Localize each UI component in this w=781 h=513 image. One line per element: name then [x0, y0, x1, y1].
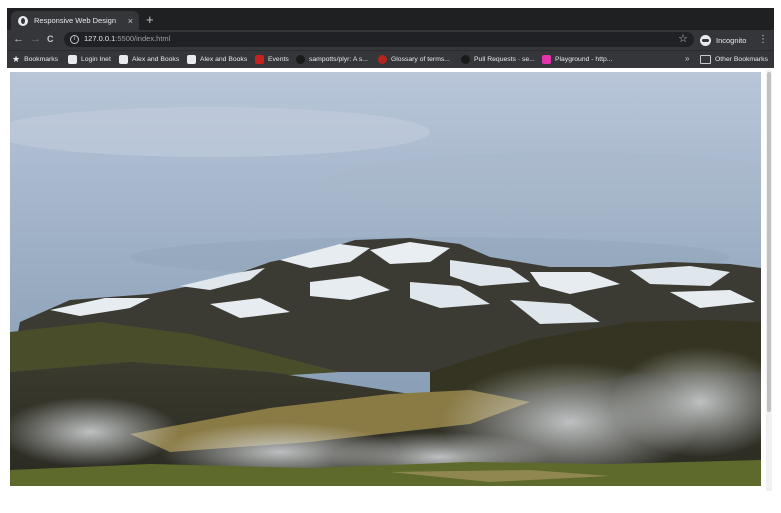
events-icon — [255, 55, 264, 64]
incognito-profile-button[interactable]: Incognito — [700, 33, 746, 47]
bookmarks-item-playground[interactable]: Playground - http... — [542, 53, 612, 66]
book-icon — [187, 55, 196, 64]
graphql-icon — [542, 55, 551, 64]
bookmark-label: Alex and Books — [200, 56, 248, 63]
glossary-icon — [378, 55, 387, 64]
bookmark-label: Glossary of terms... — [391, 56, 450, 63]
hero-mountain-image — [10, 72, 761, 486]
scrollbar-thumb[interactable] — [767, 72, 771, 412]
bookmarks-item-bookmarks[interactable]: ★ Bookmarks — [12, 53, 58, 66]
bookmark-label: Events — [268, 56, 289, 63]
bookmarks-item-plyr[interactable]: sampotts/plyr: A s... — [296, 53, 368, 66]
bookmark-label: sampotts/plyr: A s... — [309, 56, 368, 63]
bookmarks-item-alex-and-books-2[interactable]: Alex and Books — [187, 53, 247, 66]
address-bar[interactable]: i 127.0.0.1:5500/index.html ☆ — [64, 32, 694, 47]
forward-arrow-icon[interactable]: → — [30, 32, 41, 47]
bookmarks-item-events[interactable]: Events — [255, 53, 289, 66]
bookmark-label: Alex and Books — [132, 56, 180, 63]
github-icon — [461, 55, 470, 64]
phone-icon — [68, 55, 77, 64]
book-icon — [119, 55, 128, 64]
bookmarks-bar: ★ Bookmarks Login Inet Alex and Books Al… — [7, 50, 774, 69]
more-menu-icon[interactable]: ⋮ — [758, 33, 768, 46]
other-bookmarks-label: Other Bookmarks — [715, 56, 768, 63]
bookmark-label: Pull Requests · se... — [474, 56, 535, 63]
browser-window: Responsive Web Design × + ← → C i 127.0.… — [7, 8, 774, 69]
address-path: :5500/index.html — [115, 34, 171, 43]
bookmarks-item-alex-and-books-1[interactable]: Alex and Books — [119, 53, 179, 66]
other-bookmarks-folder[interactable]: Other Bookmarks — [700, 53, 768, 66]
toolbar: ← → C i 127.0.0.1:5500/index.html ☆ Inco… — [7, 30, 774, 50]
bookmarks-item-glossary[interactable]: Glossary of terms... — [378, 53, 450, 66]
bookmark-label: Playground - http... — [555, 56, 613, 63]
site-info-icon[interactable]: i — [70, 35, 79, 44]
star-icon: ★ — [12, 54, 21, 64]
address-host: 127.0.0.1 — [84, 34, 116, 43]
page-viewport — [7, 68, 774, 493]
address-url[interactable]: 127.0.0.1:5500/index.html — [84, 34, 170, 43]
bookmark-label: Bookmarks — [24, 56, 59, 63]
page-scrollbar[interactable] — [766, 70, 772, 491]
new-tab-button[interactable]: + — [146, 13, 154, 26]
back-arrow-icon[interactable]: ← — [13, 32, 24, 47]
globe-icon — [18, 15, 28, 26]
reload-icon[interactable]: C — [47, 32, 54, 47]
incognito-icon — [700, 34, 711, 46]
close-tab-icon[interactable]: × — [128, 16, 133, 26]
tab-responsive-web-design[interactable]: Responsive Web Design × — [11, 11, 139, 30]
github-icon — [296, 55, 305, 64]
bookmarks-item-login-inet[interactable]: Login Inet — [68, 53, 111, 66]
tab-title: Responsive Web Design — [34, 16, 116, 25]
profile-label: Incognito — [716, 35, 747, 45]
more-bookmarks-chevron-icon[interactable]: » — [685, 54, 689, 63]
tab-strip: Responsive Web Design × + — [7, 8, 774, 30]
bookmarks-item-pull-requests[interactable]: Pull Requests · se... — [461, 53, 535, 66]
folder-icon — [700, 55, 711, 64]
bookmark-star-icon[interactable]: ☆ — [678, 32, 688, 45]
mountain-landscape-illustration — [10, 72, 761, 486]
bookmark-label: Login Inet — [81, 56, 111, 63]
